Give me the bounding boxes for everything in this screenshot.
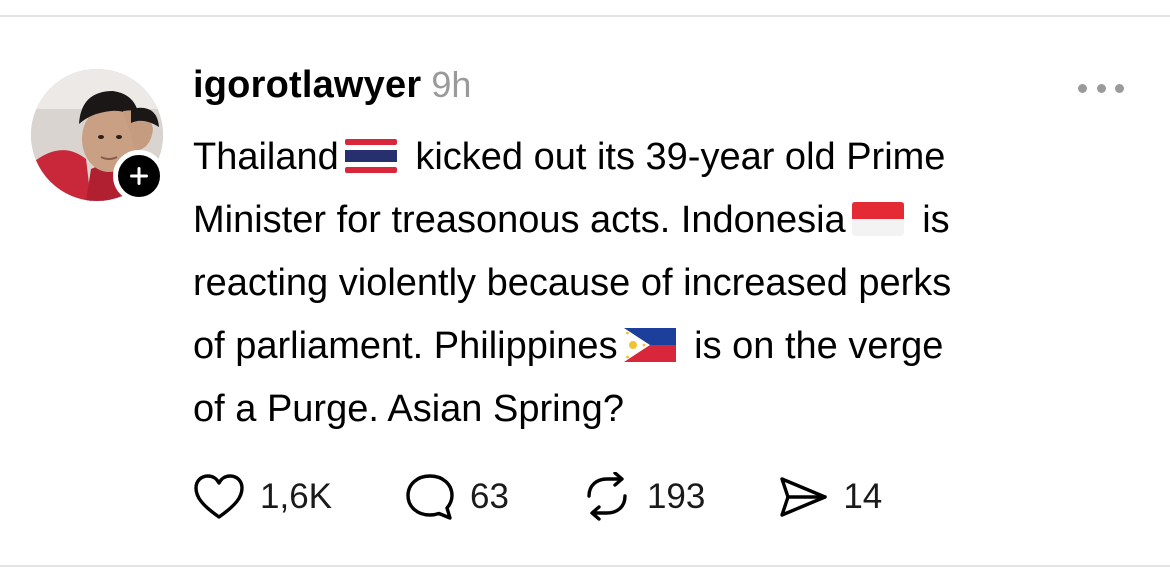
heart-icon — [192, 473, 246, 521]
indonesia-flag-icon — [851, 202, 904, 236]
share-count: 14 — [843, 477, 883, 516]
more-button[interactable] — [1078, 70, 1124, 106]
repost-button[interactable]: 193 — [581, 470, 705, 524]
post-body-line: reacting violently because of increased … — [193, 252, 1143, 315]
follow-button[interactable] — [113, 150, 165, 202]
post-text: is — [911, 199, 950, 241]
post-text: is on the verge — [683, 325, 944, 367]
post: igorotlawyer 9h Thailand kicked out its … — [0, 0, 1170, 577]
like-button[interactable]: 1,6K — [192, 470, 332, 524]
like-count: 1,6K — [260, 477, 332, 516]
post-body-line: of parliament. Philippines is on the ver… — [193, 315, 1143, 378]
philippines-flag-icon — [623, 328, 676, 362]
post-body-line: of a Purge. Asian Spring? — [193, 378, 1143, 441]
more-icon-dot — [1096, 83, 1106, 93]
post-header: igorotlawyer 9h — [193, 64, 471, 114]
post-text: of parliament. Philippines — [193, 325, 618, 367]
action-bar: 1,6K 63 193 14 — [192, 470, 882, 524]
comment-icon — [404, 472, 456, 522]
post-body-line: Thailand kicked out its 39-year old Prim… — [193, 126, 1143, 189]
repost-icon — [581, 472, 633, 522]
plus-icon — [130, 167, 148, 185]
more-icon — [1078, 83, 1087, 93]
post-text: Thailand — [193, 136, 339, 178]
post-body: Thailand kicked out its 39-year old Prim… — [193, 126, 1143, 441]
bottom-divider — [0, 565, 1170, 567]
username[interactable]: igorotlawyer — [193, 64, 421, 107]
post-text: kicked out its 39-year old Prime — [404, 136, 946, 178]
post-text: Minister for treasonous acts. Indonesia — [193, 199, 846, 241]
more-icon-dot — [1115, 83, 1124, 93]
send-icon — [777, 473, 829, 521]
comment-button[interactable]: 63 — [404, 470, 509, 524]
post-body-line: Minister for treasonous acts. Indonesia … — [193, 189, 1143, 252]
share-button[interactable]: 14 — [777, 470, 882, 524]
comment-count: 63 — [470, 477, 509, 516]
thailand-flag-icon — [344, 139, 397, 173]
timestamp: 9h — [431, 64, 472, 105]
repost-count: 193 — [646, 477, 706, 516]
post-text: of a Purge. Asian Spring? — [193, 388, 624, 430]
post-text: reacting violently because of increased … — [193, 262, 952, 304]
